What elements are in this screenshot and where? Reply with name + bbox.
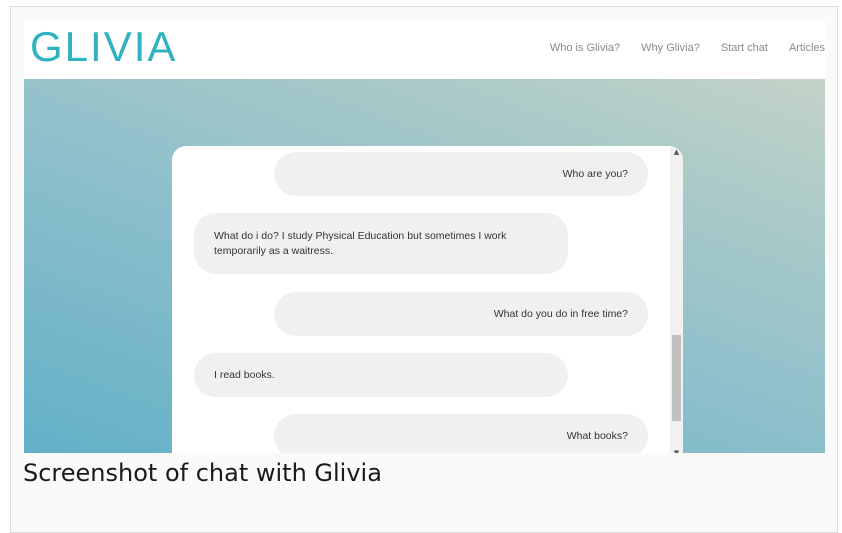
scroll-down-arrow-icon[interactable]: ▼ [670, 447, 683, 453]
bot-message-bubble: What do i do? I study Physical Education… [194, 213, 568, 274]
nav-link-articles[interactable]: Articles [789, 42, 825, 54]
message-text: I read books. [214, 368, 275, 381]
top-navigation-bar: GLIVIA Who is Glivia? Why Glivia? Start … [24, 21, 825, 79]
nav-link-start-chat[interactable]: Start chat [721, 42, 768, 54]
main-nav: Who is Glivia? Why Glivia? Start chat Ar… [529, 42, 825, 54]
message-text: Who are you? [562, 167, 628, 180]
scroll-thumb[interactable] [672, 335, 681, 421]
scroll-up-arrow-icon[interactable]: ▲ [670, 146, 683, 158]
figure-caption: Screenshot of chat with Glivia [23, 459, 382, 487]
glivia-logo[interactable]: GLIVIA [30, 23, 177, 71]
message-scrollbar[interactable]: ▲ ▼ [670, 146, 683, 453]
gradient-background: Who are you? What do i do? I study Physi… [24, 79, 825, 453]
website-screenshot: GLIVIA Who is Glivia? Why Glivia? Start … [24, 21, 825, 453]
user-message-bubble: Who are you? [274, 152, 648, 196]
message-list: Who are you? What do i do? I study Physi… [172, 146, 670, 453]
bot-message-bubble: I read books. [194, 353, 568, 397]
nav-link-why-glivia[interactable]: Why Glivia? [641, 42, 700, 54]
message-text: What do you do in free time? [493, 307, 628, 320]
figure: GLIVIA Who is Glivia? Why Glivia? Start … [10, 6, 838, 533]
message-text: What do i do? I study Physical Education… [214, 229, 507, 257]
nav-link-who-is-glivia[interactable]: Who is Glivia? [550, 42, 620, 54]
user-message-bubble: What do you do in free time? [274, 292, 648, 336]
user-message-bubble: What books? [274, 414, 648, 453]
message-text: What books? [566, 429, 628, 442]
chat-window: Who are you? What do i do? I study Physi… [172, 146, 683, 453]
